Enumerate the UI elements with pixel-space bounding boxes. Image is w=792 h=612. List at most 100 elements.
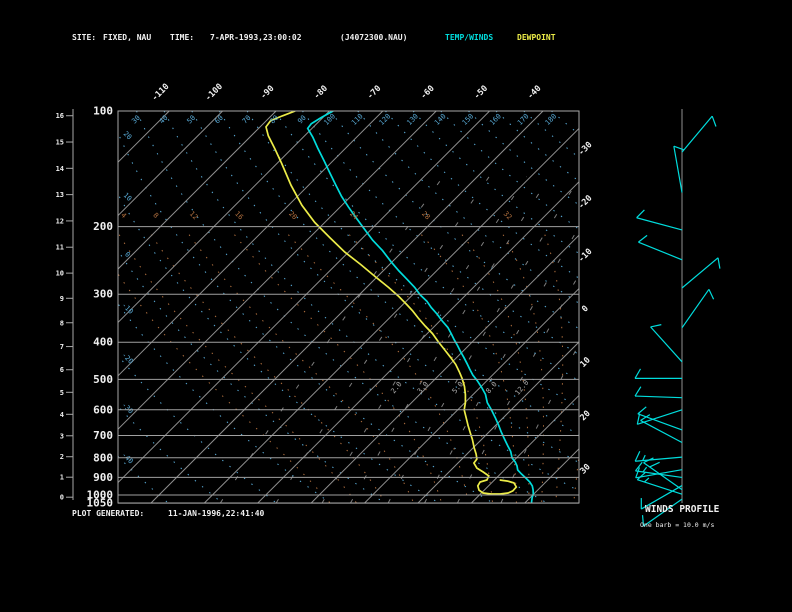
- pressure-label: 100: [93, 105, 113, 118]
- wind-barb: [636, 471, 683, 495]
- wind-barb: [640, 414, 683, 444]
- dry-adiabat-top-label: 30: [130, 114, 142, 126]
- dry-adiabat-line: [551, 111, 579, 135]
- height-label: 14: [56, 165, 64, 173]
- top-temp-label: -50: [472, 84, 490, 102]
- moist-adiabat-label: 8: [151, 211, 160, 220]
- height-label: 11: [56, 244, 64, 252]
- wind-barb: [681, 115, 717, 153]
- top-temp-label: -80: [312, 84, 330, 102]
- moist-adiabat-line: [348, 234, 494, 503]
- mixing-ratio-label: 2.0: [389, 380, 403, 395]
- wind-barb: [650, 324, 683, 363]
- dry-adiabat-left-label: -20: [120, 351, 135, 366]
- wind-barb: [638, 234, 683, 261]
- wind-barb: [673, 145, 685, 193]
- isotherm-line: [364, 287, 579, 503]
- dry-adiabat-line: [523, 111, 579, 159]
- height-label: 15: [56, 139, 64, 147]
- dry-adiabat-top-label: 80: [269, 114, 281, 126]
- pressure-label: 600: [93, 403, 113, 416]
- height-label: 4: [60, 411, 64, 419]
- isotherm-line: [118, 111, 437, 430]
- mixing-ratio-line: [500, 343, 579, 503]
- isotherm-line: [118, 111, 330, 324]
- file-value: (J4072300.NAU): [340, 33, 408, 42]
- mixing-ratio-line: [424, 226, 579, 503]
- top-temp-label: -110: [150, 82, 172, 104]
- wind-barb: [634, 386, 683, 399]
- dry-adiabat-top-label: 70: [241, 114, 253, 126]
- pressure-label: 200: [93, 220, 113, 233]
- isotherm-line: [471, 394, 579, 503]
- dry-adiabat-line: [118, 455, 169, 503]
- dry-adiabat-line: [118, 405, 223, 503]
- isotherm-line: [257, 181, 579, 503]
- pressure-label: 1050: [87, 497, 114, 510]
- plot-generated-value: 11-JAN-1996,22:41:40: [168, 509, 265, 518]
- winds-profile-title: WINDS PROFILE: [645, 504, 720, 515]
- wind-barb: [634, 368, 682, 380]
- dry-adiabat-top-label: 40: [158, 114, 170, 126]
- right-temp-label: 30: [578, 462, 592, 476]
- height-label: 16: [56, 112, 64, 120]
- pressure-label: 500: [93, 373, 113, 386]
- dry-adiabat-line: [118, 193, 439, 503]
- isotherm-line: [204, 127, 579, 503]
- dry-adiabat-top-label: 90: [296, 114, 308, 126]
- isotherm-line: [524, 448, 579, 503]
- height-label: 9: [60, 295, 64, 303]
- wind-barb: [636, 209, 683, 231]
- pressure-label: 400: [93, 336, 113, 349]
- moist-adiabat-line: [150, 234, 386, 503]
- moist-adiabat-label: 16: [233, 210, 245, 222]
- dry-adiabat-left-label: 20: [122, 130, 134, 142]
- dry-adiabat-left-label: 10: [122, 191, 134, 203]
- height-label: 0: [60, 494, 64, 502]
- height-label: 6: [60, 366, 64, 374]
- dry-adiabat-top-label: 100: [322, 112, 337, 127]
- dry-adiabat-line: [357, 111, 579, 304]
- dry-adiabat-line: [218, 111, 579, 436]
- moist-adiabat-line: [502, 234, 544, 503]
- right-temp-label: 10: [578, 355, 592, 369]
- dry-adiabat-line: [578, 111, 579, 112]
- isotherm-line: [150, 111, 544, 503]
- dry-adiabat-left-label: -30: [120, 401, 135, 416]
- height-label: 12: [56, 217, 64, 225]
- moist-adiabat-label: 20: [287, 210, 299, 222]
- mixing-ratio-label: 12.0: [514, 379, 531, 397]
- isotherm-line: [118, 111, 277, 270]
- top-temp-label: -60: [419, 84, 437, 102]
- site-value: FIXED, NAU: [103, 33, 152, 42]
- isotherm-line: [118, 111, 170, 163]
- mixing-ratio-line: [321, 176, 528, 503]
- height-label: 10: [56, 270, 64, 278]
- pressure-label: 800: [93, 451, 113, 464]
- temp-winds-legend: TEMP/WINDS: [445, 33, 494, 42]
- dry-adiabat-top-label: 110: [350, 112, 365, 127]
- top-temp-label: -90: [259, 84, 277, 102]
- dewpoint-legend: DEWPOINT: [517, 33, 556, 42]
- plot-area: [118, 111, 579, 503]
- pressure-label: 700: [93, 429, 113, 442]
- dry-adiabat-top-label: 150: [461, 112, 476, 127]
- time-value: 7-APR-1993,23:00:02: [210, 33, 302, 42]
- isotherm-line: [118, 111, 223, 217]
- pressure-label: 300: [93, 288, 113, 301]
- right-temp-label: 0: [580, 304, 591, 315]
- dry-adiabat-top-label: 180: [544, 112, 559, 127]
- winds-barb-note: One barb = 10.0 m/s: [640, 521, 715, 529]
- moist-adiabat-line: [461, 234, 530, 503]
- dry-adiabat-line: [495, 111, 579, 182]
- temperature-trace: [306, 111, 535, 503]
- mixing-ratio-line: [456, 273, 579, 503]
- moist-adiabat-label: 12: [188, 210, 200, 222]
- mixing-ratio-line: [275, 176, 490, 503]
- mixing-ratio-line: [387, 177, 579, 503]
- mixing-ratio-label: 3.0: [416, 380, 430, 395]
- dry-adiabat-line: [385, 111, 579, 279]
- dry-adiabat-top-label: 60: [213, 114, 225, 126]
- dewpoint-trace: [265, 111, 518, 495]
- dry-adiabat-top-label: 170: [516, 112, 531, 127]
